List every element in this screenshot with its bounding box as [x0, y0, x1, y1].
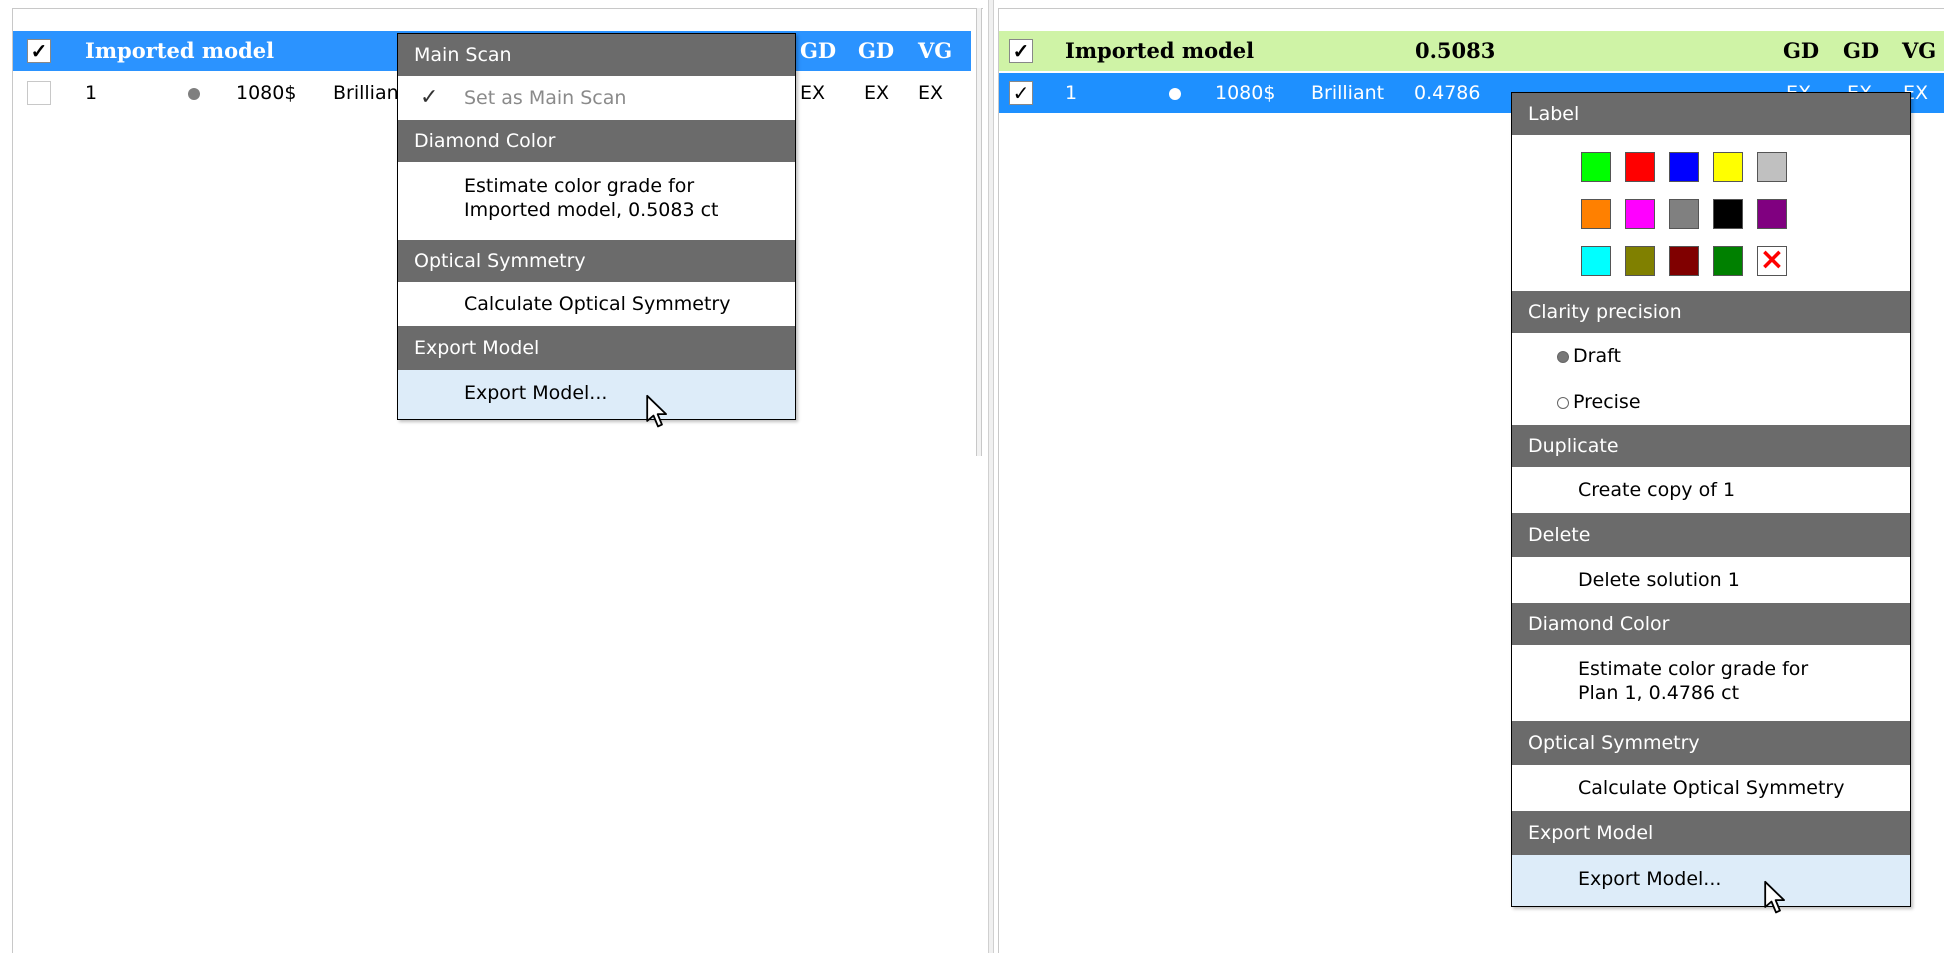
clarity-option-draft[interactable]: Draft [1557, 333, 1621, 379]
right-header-weight: 0.5083 [1415, 38, 1496, 63]
right-header-col-3: VG [1902, 38, 1937, 63]
label-swatch-dark-green[interactable] [1713, 246, 1743, 276]
menu-section-optical-symmetry: Optical Symmetry [398, 240, 795, 282]
export-model-item[interactable]: Export Model... [398, 370, 795, 419]
menu-section-clarity-precision: Clarity precision [1512, 291, 1910, 333]
clarity-option-precise[interactable]: Precise [1557, 379, 1641, 425]
right-table-header-row: ✓ Imported model 0.5083 GD GD VG [999, 31, 1944, 71]
menu-section-diamond-color: Diamond Color [1512, 603, 1910, 645]
radio-unselected-icon [1557, 397, 1569, 409]
left-header-col-2: GD [858, 38, 895, 63]
label-swatch-red[interactable] [1625, 152, 1655, 182]
create-copy-item[interactable]: Create copy of 1 [1512, 467, 1910, 513]
mouse-pointer-icon [1764, 880, 1786, 914]
mouse-pointer-icon [646, 394, 667, 428]
row-id: 1 [85, 82, 98, 104]
right-context-menu: Label × Clarity precision Draft Precise … [1511, 92, 1911, 907]
right-header-col-1: GD [1783, 38, 1820, 63]
checkmark-icon: ✓ [420, 85, 439, 110]
label-swatch-yellow[interactable] [1713, 152, 1743, 182]
row-shape: Brilliant [333, 82, 407, 104]
menu-section-optical-symmetry: Optical Symmetry [1512, 721, 1910, 765]
left-panel-scrollbar[interactable] [976, 8, 982, 456]
estimate-color-grade-item[interactable]: Estimate color grade for Imported model,… [398, 162, 795, 240]
label-swatch-green[interactable] [1581, 152, 1611, 182]
row-label-dot [188, 88, 200, 100]
left-header-name: Imported model [85, 38, 275, 63]
calculate-optical-symmetry-item[interactable]: Calculate Optical Symmetry [1512, 765, 1910, 811]
label-swatch-black[interactable] [1713, 199, 1743, 229]
radio-label: Precise [1573, 391, 1641, 413]
estimate-color-grade-item[interactable]: Estimate color grade for Plan 1, 0.4786 … [1512, 645, 1910, 721]
right-header-checkbox[interactable]: ✓ [1009, 39, 1033, 63]
right-header-name: Imported model [1065, 38, 1255, 63]
row-col-2: EX [864, 82, 890, 104]
menu-item-label-line1: Estimate color grade for [464, 175, 695, 197]
left-header-col-3: VG [918, 38, 953, 63]
left-header-col-1: GD [800, 38, 837, 63]
row-checkbox[interactable] [27, 81, 51, 105]
menu-section-export-model: Export Model [398, 326, 795, 370]
menu-section-duplicate: Duplicate [1512, 425, 1910, 467]
label-color-palette: × [1512, 135, 1910, 291]
row-col-1: EX [800, 82, 826, 104]
menu-item-label-line1: Estimate color grade for [1578, 658, 1809, 680]
row-price: 1080$ [1215, 82, 1276, 104]
label-swatch-gray[interactable] [1669, 199, 1699, 229]
left-context-menu: Main Scan ✓ Set as Main Scan Diamond Col… [397, 33, 796, 420]
label-swatch-purple[interactable] [1757, 199, 1787, 229]
menu-section-diamond-color: Diamond Color [398, 120, 795, 162]
menu-item-label-line2: Plan 1, 0.4786 ct [1578, 682, 1740, 704]
label-swatch-orange[interactable] [1581, 199, 1611, 229]
left-header-checkbox[interactable]: ✓ [27, 39, 51, 63]
export-model-item[interactable]: Export Model... [1512, 855, 1910, 906]
row-shape: Brilliant [1311, 82, 1385, 104]
label-swatch-magenta[interactable] [1625, 199, 1655, 229]
row-price: 1080$ [236, 82, 297, 104]
menu-section-label: Label [1512, 93, 1910, 135]
label-swatch-blue[interactable] [1669, 152, 1699, 182]
delete-solution-item[interactable]: Delete solution 1 [1512, 557, 1910, 603]
menu-section-delete: Delete [1512, 513, 1910, 557]
menu-item-label-line2: Imported model, 0.5083 ct [464, 199, 719, 221]
calculate-optical-symmetry-item[interactable]: Calculate Optical Symmetry [398, 282, 795, 326]
row-weight: 0.4786 [1414, 82, 1481, 104]
radio-label: Draft [1573, 345, 1621, 367]
label-swatch-silver[interactable] [1757, 152, 1787, 182]
row-checkbox[interactable]: ✓ [1009, 81, 1033, 105]
left-panel-border [12, 456, 13, 953]
label-swatch-cyan[interactable] [1581, 246, 1611, 276]
menu-section-main-scan: Main Scan [398, 34, 795, 76]
label-swatch-maroon[interactable] [1669, 246, 1699, 276]
label-swatch-olive[interactable] [1625, 246, 1655, 276]
menu-section-export-model: Export Model [1512, 811, 1910, 855]
row-id: 1 [1065, 82, 1078, 104]
menu-item-label: Set as Main Scan [464, 87, 627, 109]
radio-selected-icon [1557, 351, 1569, 363]
row-label-dot [1169, 88, 1181, 100]
panel-splitter[interactable] [988, 0, 994, 953]
right-header-col-2: GD [1843, 38, 1880, 63]
row-col-3: EX [918, 82, 944, 104]
clear-label-icon[interactable]: × [1757, 245, 1787, 276]
set-as-main-scan-item[interactable]: ✓ Set as Main Scan [398, 76, 795, 120]
